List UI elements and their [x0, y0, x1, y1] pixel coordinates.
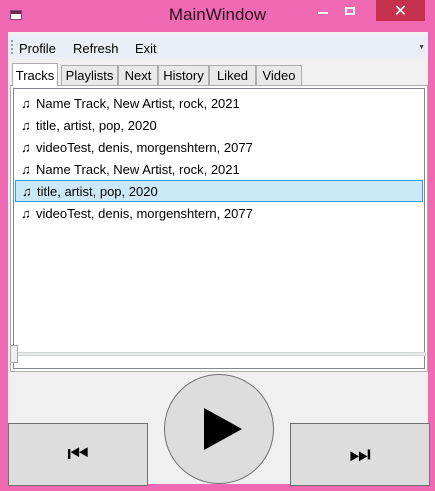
track-label: title, artist, pop, 2020 [36, 117, 157, 133]
track-list-item[interactable]: ♫ Name Track, New Artist, rock, 2021 [15, 92, 423, 114]
close-icon: ✕ [393, 2, 408, 20]
music-note-icon: ♫ [21, 161, 31, 177]
tab-history[interactable]: History [158, 65, 209, 85]
tab-video[interactable]: Video [256, 65, 302, 85]
track-list-item[interactable]: ♫ Name Track, New Artist, rock, 2021 [15, 158, 423, 180]
previous-track-button[interactable]: ⏮ [8, 423, 148, 486]
maximize-button[interactable] [336, 0, 363, 21]
tab-label: Playlists [65, 68, 114, 83]
music-note-icon: ♫ [21, 139, 31, 155]
track-list-item-selected[interactable]: ♫ title, artist, pop, 2020 [15, 180, 423, 202]
tab-next[interactable]: Next [118, 65, 158, 85]
play-button[interactable] [164, 374, 274, 484]
tab-label: Video [262, 68, 296, 83]
seek-slider-thumb[interactable] [10, 345, 18, 363]
next-track-button[interactable]: ⏭ [290, 423, 430, 486]
play-icon [204, 408, 242, 450]
window-client-area: Profile Refresh Exit ▼ Tracks Playlists … [8, 32, 430, 486]
maximize-icon [344, 6, 355, 15]
toolbar-grip-icon[interactable] [11, 39, 13, 54]
toolbar-overflow-icon[interactable]: ▼ [418, 44, 425, 51]
menu-item-refresh[interactable]: Refresh [73, 41, 119, 56]
skip-previous-icon: ⏮ [67, 440, 89, 468]
seek-slider-track[interactable] [10, 352, 426, 356]
track-list-item[interactable]: ♫ title, artist, pop, 2020 [15, 114, 423, 136]
music-note-icon: ♫ [21, 205, 31, 221]
track-label: Name Track, New Artist, rock, 2021 [36, 95, 240, 111]
music-note-icon: ♫ [21, 117, 31, 133]
close-button[interactable]: ✕ [376, 0, 425, 21]
tracks-tab-panel: ♫ Name Track, New Artist, rock, 2021 ♫ tit… [10, 85, 428, 372]
minimize-button[interactable] [309, 0, 336, 21]
track-label: title, artist, pop, 2020 [37, 183, 158, 199]
track-list-item[interactable]: ♫ videoTest, denis, morgenshtern, 2077 [15, 202, 423, 224]
menu-item-profile[interactable]: Profile [19, 41, 56, 56]
menu-item-exit[interactable]: Exit [135, 41, 157, 56]
skip-next-icon: ⏭ [349, 440, 371, 468]
menu-toolbar: Profile Refresh Exit ▼ [8, 35, 428, 57]
track-list-item[interactable]: ♫ videoTest, denis, morgenshtern, 2077 [15, 136, 423, 158]
minimize-icon [317, 12, 328, 14]
tab-tracks[interactable]: Tracks [12, 63, 58, 86]
music-note-icon: ♫ [21, 95, 31, 111]
track-label: Name Track, New Artist, rock, 2021 [36, 161, 240, 177]
track-list[interactable]: ♫ Name Track, New Artist, rock, 2021 ♫ tit… [13, 88, 425, 369]
tab-playlists[interactable]: Playlists [61, 65, 118, 85]
music-note-icon: ♫ [22, 183, 32, 199]
track-label: videoTest, denis, morgenshtern, 2077 [36, 139, 253, 155]
tab-label: Next [124, 68, 152, 83]
track-label: videoTest, denis, morgenshtern, 2077 [36, 205, 253, 221]
tab-label: Liked [216, 68, 249, 83]
window-title: MainWindow [168, 5, 267, 24]
tab-label: History [163, 68, 204, 83]
title-bar: MainWindow ✕ [0, 0, 435, 32]
tab-label: Tracks [15, 67, 55, 83]
tab-liked[interactable]: Liked [209, 65, 256, 85]
